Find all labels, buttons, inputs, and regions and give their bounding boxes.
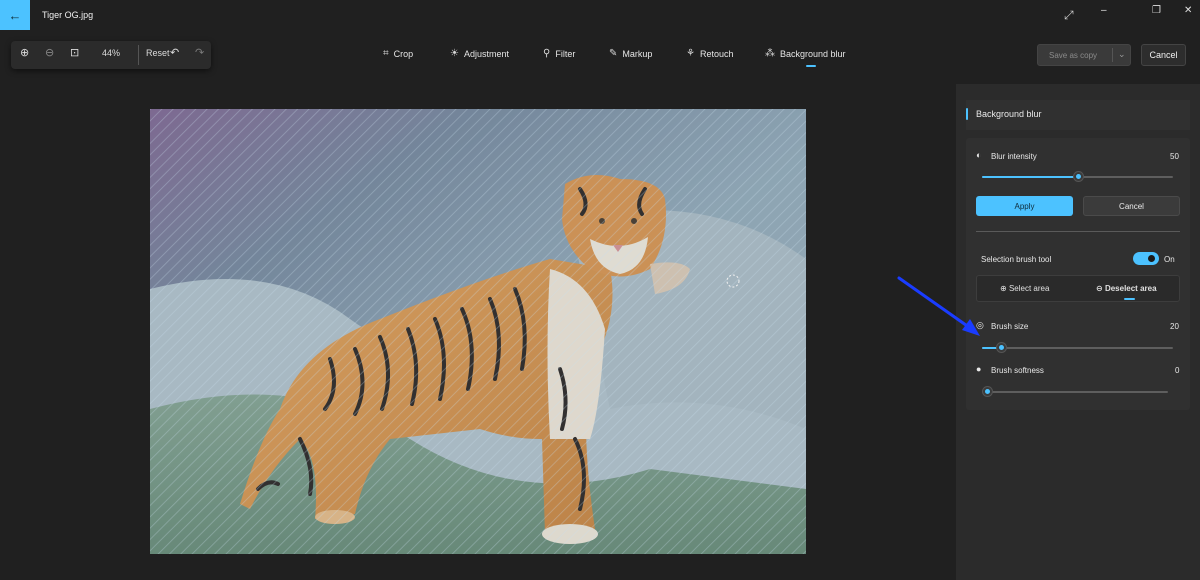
tab-crop[interactable]: ⌗ Crop — [383, 48, 413, 59]
expand-icon[interactable]: ⤢ — [1064, 8, 1074, 23]
apply-button[interactable]: Apply — [976, 196, 1073, 216]
tab-retouch[interactable]: ⚘ Retouch — [686, 48, 734, 59]
window-title: Tiger OG.jpg — [42, 10, 94, 20]
select-area-option[interactable]: ⊕ Select area — [1000, 284, 1049, 293]
blur-intensity-value: 50 — [1170, 152, 1179, 161]
redo-icon[interactable]: ↷ — [195, 46, 204, 59]
plus-circle-icon: ⊕ — [1000, 284, 1009, 293]
zoom-in-icon[interactable]: ⊕ — [20, 46, 29, 59]
selection-brush-label: Selection brush tool — [981, 255, 1052, 264]
tab-label: Adjustment — [463, 48, 509, 59]
save-as-copy-button[interactable]: Save as copy ⌄ — [1037, 44, 1131, 66]
selected-option-indicator — [1124, 298, 1135, 300]
cancel-edit-button[interactable]: Cancel — [1141, 44, 1186, 66]
toolbar-divider — [138, 45, 139, 65]
panel-header-accent — [966, 108, 968, 120]
panel-title: Background blur — [976, 109, 1042, 119]
zoom-toolbar: ⊕ ⊖ ⊡ 44% Reset ↶ ↷ — [11, 41, 211, 69]
brush-softness-label: Brush softness — [991, 366, 1044, 375]
blur-intensity-thumb[interactable] — [1074, 172, 1083, 181]
tab-markup[interactable]: ✎ Markup — [609, 48, 652, 59]
selection-mode-segmented: ⊕ Select area ⊖ Deselect area — [976, 275, 1180, 302]
crop-icon: ⌗ — [383, 48, 389, 59]
brush-softness-thumb[interactable] — [983, 387, 992, 396]
tab-label: Background blur — [780, 48, 846, 59]
tab-label: Markup — [622, 48, 653, 59]
close-button[interactable]: ✕ — [1184, 5, 1192, 16]
markup-icon: ✎ — [609, 48, 618, 59]
active-tab-indicator — [806, 65, 816, 67]
tab-background-blur[interactable]: ⁂ Background blur — [765, 48, 846, 59]
brush-softness-value: 0 — [1175, 366, 1180, 375]
tiger-photo — [150, 109, 806, 554]
deselect-area-label: Deselect area — [1104, 284, 1157, 293]
arrow-left-icon: ← — [8, 7, 22, 23]
tab-label: Filter — [555, 48, 576, 59]
tab-adjustment[interactable]: ☀ Adjustment — [450, 48, 509, 59]
panel-divider — [976, 231, 1180, 232]
toggle-knob — [1148, 255, 1155, 262]
deselect-area-option[interactable]: ⊖ Deselect area — [1096, 284, 1157, 293]
fit-to-window-icon[interactable]: ⊡ — [70, 46, 79, 59]
split-divider — [1112, 48, 1113, 62]
adjustment-icon: ☀ — [450, 48, 459, 59]
brush-size-slider[interactable] — [982, 347, 1173, 349]
retouch-icon: ⚘ — [686, 48, 695, 59]
brush-softness-icon: ● — [976, 364, 982, 374]
brush-size-thumb[interactable] — [997, 343, 1006, 352]
brush-size-icon: ◎ — [976, 320, 984, 330]
cancel-button[interactable]: Cancel — [1083, 196, 1180, 216]
tab-filter[interactable]: ⚲ Filter — [543, 48, 575, 59]
brush-softness-slider[interactable] — [987, 391, 1168, 393]
tab-label: Crop — [393, 48, 414, 59]
back-button[interactable]: ← — [0, 0, 30, 30]
brush-size-value: 20 — [1170, 322, 1179, 331]
select-area-label: Select area — [1008, 284, 1050, 293]
maximize-button[interactable]: ❐ — [1152, 5, 1161, 16]
selection-brush-state: On — [1164, 255, 1175, 264]
title-bar: ← Tiger OG.jpg ⤢ – ❐ ✕ — [0, 0, 1200, 30]
blur-intensity-icon: ◐ — [976, 150, 982, 160]
save-as-copy-label: Save as copy — [1049, 50, 1098, 60]
undo-icon[interactable]: ↶ — [170, 46, 179, 59]
minus-circle-icon: ⊖ — [1096, 284, 1105, 293]
filter-icon: ⚲ — [543, 48, 551, 59]
blur-intensity-label: Blur intensity — [991, 152, 1037, 161]
photo-canvas[interactable] — [150, 109, 806, 554]
blur-intensity-fill — [982, 176, 1078, 178]
zoom-out-icon[interactable]: ⊖ — [45, 46, 54, 59]
minimize-button[interactable]: – — [1101, 5, 1107, 16]
zoom-level: 44% — [102, 48, 121, 58]
background-blur-icon: ⁂ — [765, 48, 775, 59]
reset-button[interactable]: Reset — [146, 48, 170, 58]
chevron-down-icon[interactable]: ⌄ — [1118, 49, 1126, 60]
selection-brush-toggle[interactable] — [1133, 252, 1159, 265]
tab-label: Retouch — [699, 48, 734, 59]
panel-header: Background blur — [966, 100, 1190, 130]
brush-size-label: Brush size — [991, 322, 1029, 331]
